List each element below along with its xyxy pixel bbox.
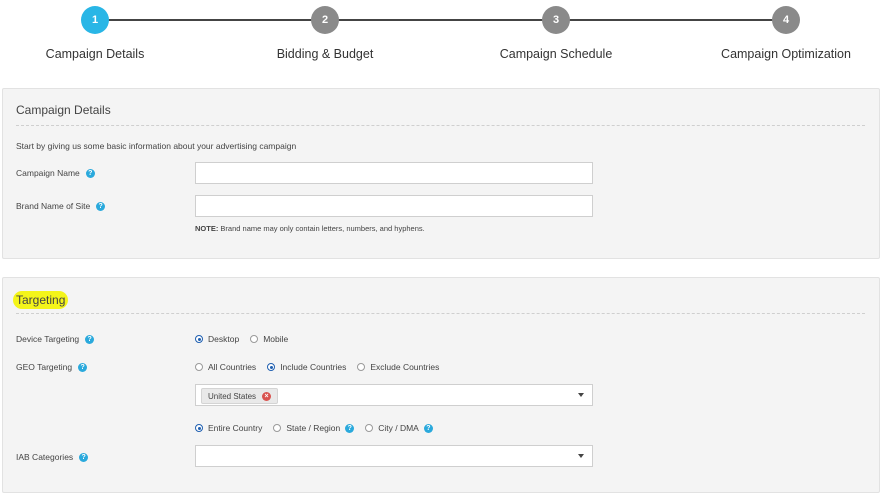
brand-name-input[interactable] — [195, 195, 593, 217]
step-3-label[interactable]: Campaign Schedule — [500, 47, 613, 61]
radio-label: Exclude Countries — [370, 362, 440, 372]
iab-categories-label-text: IAB Categories — [16, 452, 74, 462]
radio-button[interactable] — [195, 424, 203, 432]
step-2-circle[interactable]: 2 — [311, 6, 339, 34]
step-1-circle[interactable]: 1 — [81, 6, 109, 34]
campaign-details-panel: Campaign Details Start by giving us some… — [2, 88, 880, 259]
country-select[interactable]: United States × — [195, 384, 593, 406]
help-icon[interactable]: ? — [85, 334, 95, 344]
progress-stepper: 1 2 3 4 Campaign Details Bidding & Budge… — [0, 0, 882, 75]
radio-button[interactable] — [267, 363, 276, 371]
device-targeting-label-text: Device Targeting — [16, 334, 80, 344]
geo-targeting-label: GEO Targeting ? — [16, 362, 88, 372]
iab-categories-select[interactable] — [195, 445, 593, 467]
help-icon[interactable]: ? — [79, 452, 89, 462]
radio-button[interactable] — [357, 363, 366, 371]
intro-text: Start by giving us some basic informatio… — [16, 141, 297, 151]
iab-categories-label: IAB Categories ? — [16, 452, 89, 462]
radio-label: City / DMA — [378, 423, 419, 433]
targeting-title: Targeting — [13, 291, 69, 309]
brand-name-note: NOTE: Brand name may only contain letter… — [195, 224, 425, 233]
step-4-circle[interactable]: 4 — [772, 6, 800, 34]
dropdown-arrow-icon[interactable] — [578, 393, 584, 397]
radio-button[interactable] — [195, 335, 203, 343]
panel-title: Targeting — [13, 291, 69, 309]
divider — [16, 313, 865, 314]
radio-button[interactable] — [365, 424, 374, 432]
campaign-name-label-text: Campaign Name — [16, 168, 80, 178]
radio-mobile[interactable]: Mobile — [250, 334, 288, 344]
country-tag-label: United States — [208, 391, 257, 401]
targeting-panel: Targeting Device Targeting ? Desktop Mob… — [2, 277, 880, 493]
radio-include-countries[interactable]: Include Countries — [267, 362, 346, 372]
help-icon[interactable]: ? — [423, 423, 433, 433]
device-targeting-label: Device Targeting ? — [16, 334, 95, 344]
geo-scope-radio-group: Entire Country State / Region? City / DM… — [195, 423, 444, 433]
radio-city-dma[interactable]: City / DMA? — [365, 423, 433, 433]
radio-label: Desktop — [208, 334, 240, 344]
campaign-name-input[interactable] — [195, 162, 593, 184]
radio-desktop[interactable]: Desktop — [195, 334, 239, 344]
remove-tag-icon[interactable]: × — [262, 391, 272, 401]
radio-label: Entire Country — [208, 423, 263, 433]
country-tag: United States × — [201, 388, 279, 404]
radio-label: Mobile — [263, 334, 289, 344]
step-3-circle[interactable]: 3 — [542, 6, 570, 34]
radio-button[interactable] — [195, 363, 203, 371]
panel-title: Campaign Details — [16, 103, 111, 117]
divider — [16, 125, 865, 126]
radio-entire-country[interactable]: Entire Country — [195, 423, 262, 433]
radio-label: Include Countries — [280, 362, 347, 372]
help-icon[interactable]: ? — [78, 362, 88, 372]
help-icon[interactable]: ? — [345, 423, 355, 433]
campaign-name-label: Campaign Name ? — [16, 168, 95, 178]
geo-targeting-label-text: GEO Targeting — [16, 362, 73, 372]
brand-name-label-text: Brand Name of Site — [16, 201, 91, 211]
step-2-label[interactable]: Bidding & Budget — [277, 47, 374, 61]
radio-label: State / Region — [286, 423, 341, 433]
dropdown-arrow-icon[interactable] — [578, 454, 584, 458]
radio-button[interactable] — [250, 335, 259, 343]
note-prefix: NOTE: — [195, 224, 219, 233]
radio-state-region[interactable]: State / Region? — [273, 423, 355, 433]
geo-radio-group: All Countries Include Countries Exclude … — [195, 362, 450, 372]
help-icon[interactable]: ? — [85, 168, 95, 178]
step-1-label[interactable]: Campaign Details — [46, 47, 145, 61]
brand-name-label: Brand Name of Site ? — [16, 201, 106, 211]
radio-button[interactable] — [273, 424, 282, 432]
help-icon[interactable]: ? — [96, 201, 106, 211]
radio-exclude-countries[interactable]: Exclude Countries — [357, 362, 439, 372]
radio-label: All Countries — [208, 362, 257, 372]
stepper-line — [95, 19, 787, 21]
note-text: Brand name may only contain letters, num… — [218, 224, 425, 233]
radio-all-countries[interactable]: All Countries — [195, 362, 256, 372]
device-radio-group: Desktop Mobile — [195, 334, 299, 344]
step-4-label[interactable]: Campaign Optimization — [721, 47, 851, 61]
